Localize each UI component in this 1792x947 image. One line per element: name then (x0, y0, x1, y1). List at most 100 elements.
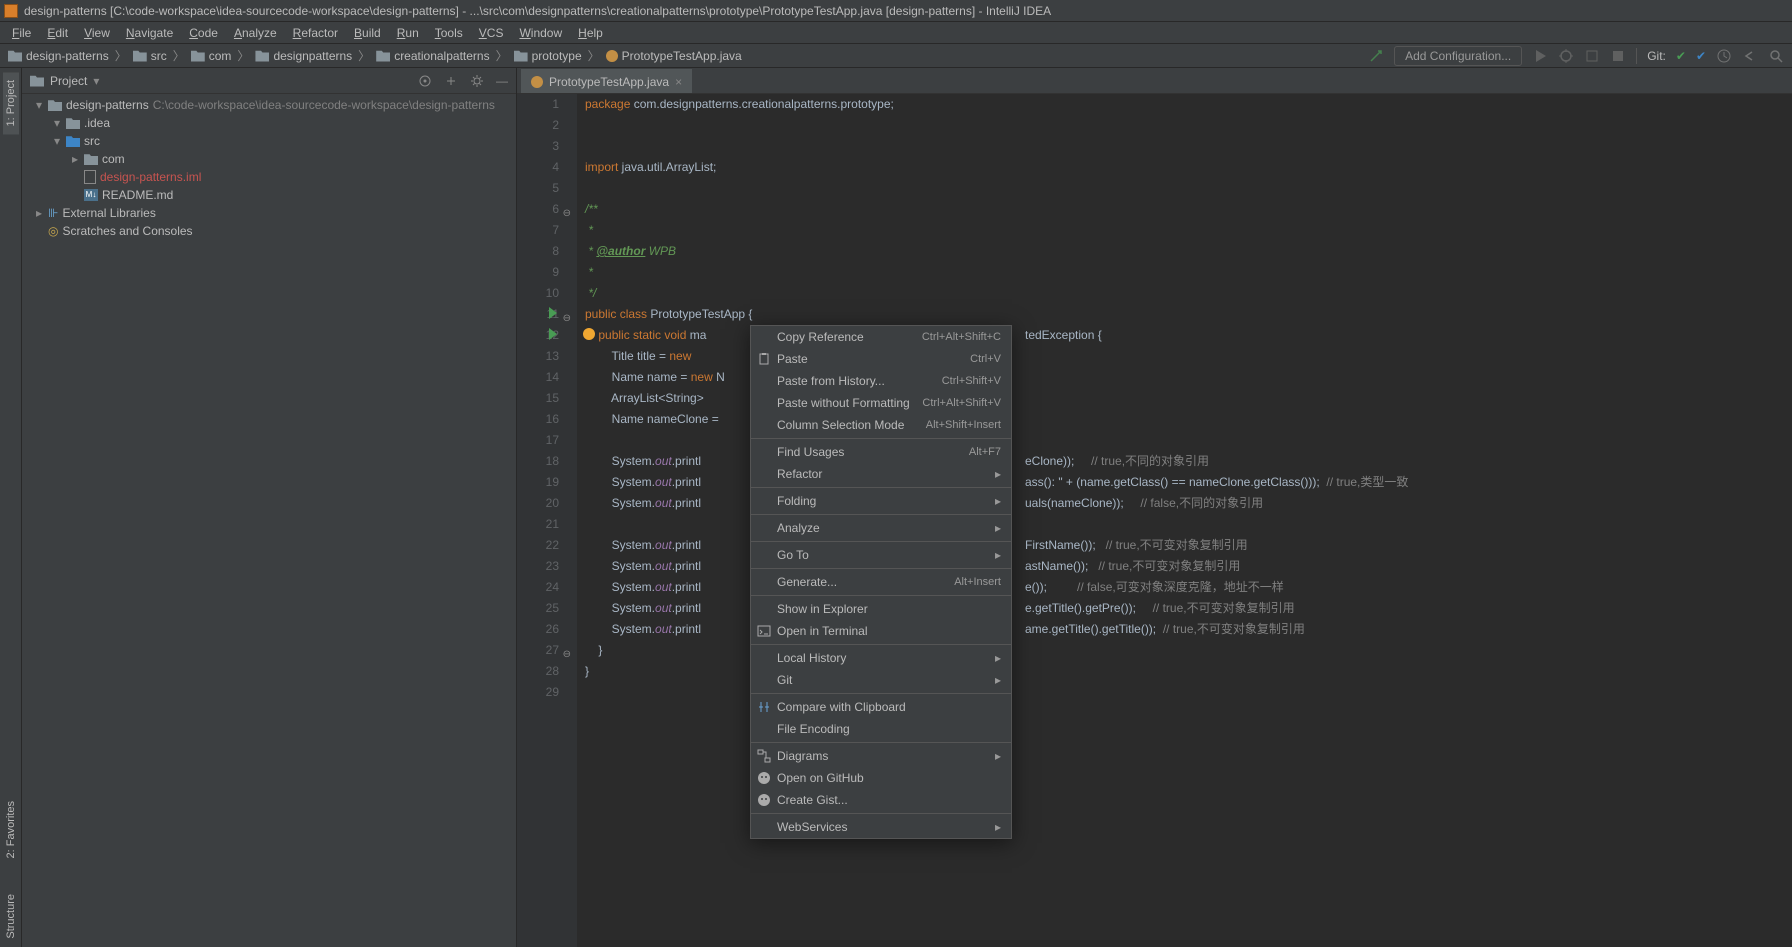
breadcrumb-item[interactable]: design-patterns (8, 49, 109, 63)
locate-icon[interactable] (418, 74, 432, 88)
java-file-icon (606, 50, 618, 62)
tree-row[interactable]: ▾ .idea (22, 114, 516, 132)
menu-refactor[interactable]: Refactor (285, 24, 346, 42)
breadcrumb-item[interactable]: designpatterns (255, 49, 352, 63)
stop-icon[interactable] (1610, 48, 1626, 64)
tree-row[interactable]: ▸com (22, 150, 516, 168)
context-menu-label: Open on GitHub (777, 771, 864, 785)
fold-icon[interactable]: ⊖ (563, 644, 571, 665)
context-menu-item[interactable]: Analyze▸ (751, 517, 1011, 539)
tree-chevron[interactable]: ▾ (52, 116, 62, 130)
editor-tab[interactable]: PrototypeTestApp.java × (521, 69, 692, 93)
context-menu-item[interactable]: WebServices▸ (751, 816, 1011, 838)
add-configuration-button[interactable]: Add Configuration... (1394, 46, 1522, 66)
breadcrumb-item[interactable]: prototype (514, 49, 582, 63)
tree-row[interactable]: ▾design-patterns C:\code-workspace\idea-… (22, 96, 516, 114)
submenu-arrow-icon: ▸ (995, 749, 1001, 763)
context-menu-shortcut: Ctrl+Shift+V (942, 375, 1001, 387)
folder-icon (84, 153, 98, 165)
menu-edit[interactable]: Edit (39, 24, 76, 42)
breadcrumb-separator: 〉 (237, 47, 249, 64)
menu-run[interactable]: Run (389, 24, 427, 42)
menu-window[interactable]: Window (511, 24, 570, 42)
debug-icon[interactable] (1558, 48, 1574, 64)
breadcrumb-separator: 〉 (173, 47, 185, 64)
context-menu-label: Column Selection Mode (777, 418, 904, 432)
tree-chevron[interactable]: ▾ (34, 98, 44, 112)
context-menu-item[interactable]: Find UsagesAlt+F7 (751, 441, 1011, 463)
breadcrumbs: design-patterns〉src〉com〉designpatterns〉c… (8, 47, 742, 64)
structure-tool-tab[interactable]: Structure (3, 886, 19, 947)
hide-icon[interactable]: — (496, 74, 508, 88)
vcs-revert-icon[interactable] (1742, 48, 1758, 64)
search-icon[interactable] (1768, 48, 1784, 64)
breadcrumb-item[interactable]: com (191, 49, 232, 63)
tree-row[interactable]: ▸⊪External Libraries (22, 204, 516, 222)
collapse-icon[interactable] (444, 74, 458, 88)
favorites-tool-tab[interactable]: 2: Favorites (3, 793, 19, 866)
tree-label: .idea (84, 116, 110, 130)
context-menu-item[interactable]: Paste without FormattingCtrl+Alt+Shift+V (751, 392, 1011, 414)
gear-icon[interactable] (470, 74, 484, 88)
vcs-commit-icon[interactable]: ✔ (1696, 49, 1706, 63)
context-menu-item[interactable]: File Encoding (751, 718, 1011, 740)
tree-chevron[interactable]: ▸ (34, 206, 44, 220)
library-icon: ⊪ (48, 206, 58, 220)
tree-chevron[interactable]: ▾ (52, 134, 62, 148)
context-menu-item[interactable]: Paste from History...Ctrl+Shift+V (751, 370, 1011, 392)
project-panel-title[interactable]: Project (50, 74, 87, 88)
vcs-history-icon[interactable] (1716, 48, 1732, 64)
menu-view[interactable]: View (76, 24, 118, 42)
breadcrumb-item[interactable]: creationalpatterns (376, 49, 489, 63)
tree-row[interactable]: M↓README.md (22, 186, 516, 204)
vcs-update-icon[interactable]: ✔ (1676, 49, 1686, 63)
menu-build[interactable]: Build (346, 24, 389, 42)
context-menu-item[interactable]: Local History▸ (751, 647, 1011, 669)
breadcrumb-item[interactable]: PrototypeTestApp.java (606, 49, 742, 63)
intention-bulb-icon[interactable] (583, 328, 595, 340)
context-menu-item[interactable]: Go To▸ (751, 544, 1011, 566)
git-label: Git: (1647, 49, 1666, 63)
context-menu-item[interactable]: Diagrams▸ (751, 745, 1011, 767)
chevron-down-icon[interactable]: ▾ (93, 74, 99, 88)
context-menu-item[interactable]: Generate...Alt+Insert (751, 571, 1011, 593)
tree-row[interactable]: ▾src (22, 132, 516, 150)
menu-vcs[interactable]: VCS (471, 24, 512, 42)
project-tool-tab[interactable]: 1: Project (3, 72, 19, 134)
coverage-icon[interactable] (1584, 48, 1600, 64)
menu-navigate[interactable]: Navigate (118, 24, 181, 42)
menu-analyze[interactable]: Analyze (226, 24, 285, 42)
breadcrumb-item[interactable]: src (133, 49, 167, 63)
context-menu-item[interactable]: Open on GitHub (751, 767, 1011, 789)
editor-gutter[interactable]: 123456⊖7891011⊖1213141516171819202122232… (517, 94, 577, 947)
context-menu-item[interactable]: Git▸ (751, 669, 1011, 691)
context-menu-label: Analyze (777, 521, 820, 535)
context-menu-label: Refactor (777, 467, 822, 481)
context-menu-item[interactable]: PasteCtrl+V (751, 348, 1011, 370)
close-icon[interactable]: × (675, 75, 682, 89)
run-gutter-icon[interactable] (549, 307, 557, 319)
fold-icon[interactable]: ⊖ (563, 308, 571, 329)
tree-row[interactable]: design-patterns.iml (22, 168, 516, 186)
run-gutter-icon[interactable] (549, 328, 557, 340)
context-menu-item[interactable]: Compare with Clipboard (751, 696, 1011, 718)
context-menu-item[interactable]: Column Selection ModeAlt+Shift+Insert (751, 414, 1011, 436)
context-menu-item[interactable]: Copy ReferenceCtrl+Alt+Shift+C (751, 326, 1011, 348)
project-tree[interactable]: ▾design-patterns C:\code-workspace\idea-… (22, 94, 516, 947)
context-menu-item[interactable]: Create Gist... (751, 789, 1011, 811)
context-menu-item[interactable]: Refactor▸ (751, 463, 1011, 485)
breadcrumb-separator: 〉 (496, 47, 508, 64)
build-icon[interactable] (1368, 48, 1384, 64)
menu-file[interactable]: File (4, 24, 39, 42)
menu-code[interactable]: Code (181, 24, 226, 42)
run-icon[interactable] (1532, 48, 1548, 64)
editor-area: PrototypeTestApp.java × 123456⊖7891011⊖1… (517, 68, 1792, 947)
menu-tools[interactable]: Tools (427, 24, 471, 42)
fold-icon[interactable]: ⊖ (563, 203, 571, 224)
menu-help[interactable]: Help (570, 24, 611, 42)
context-menu-item[interactable]: Folding▸ (751, 490, 1011, 512)
context-menu-item[interactable]: Show in Explorer (751, 598, 1011, 620)
context-menu-item[interactable]: Open in Terminal (751, 620, 1011, 642)
tree-chevron[interactable]: ▸ (70, 152, 80, 166)
tree-row[interactable]: ◎Scratches and Consoles (22, 222, 516, 240)
